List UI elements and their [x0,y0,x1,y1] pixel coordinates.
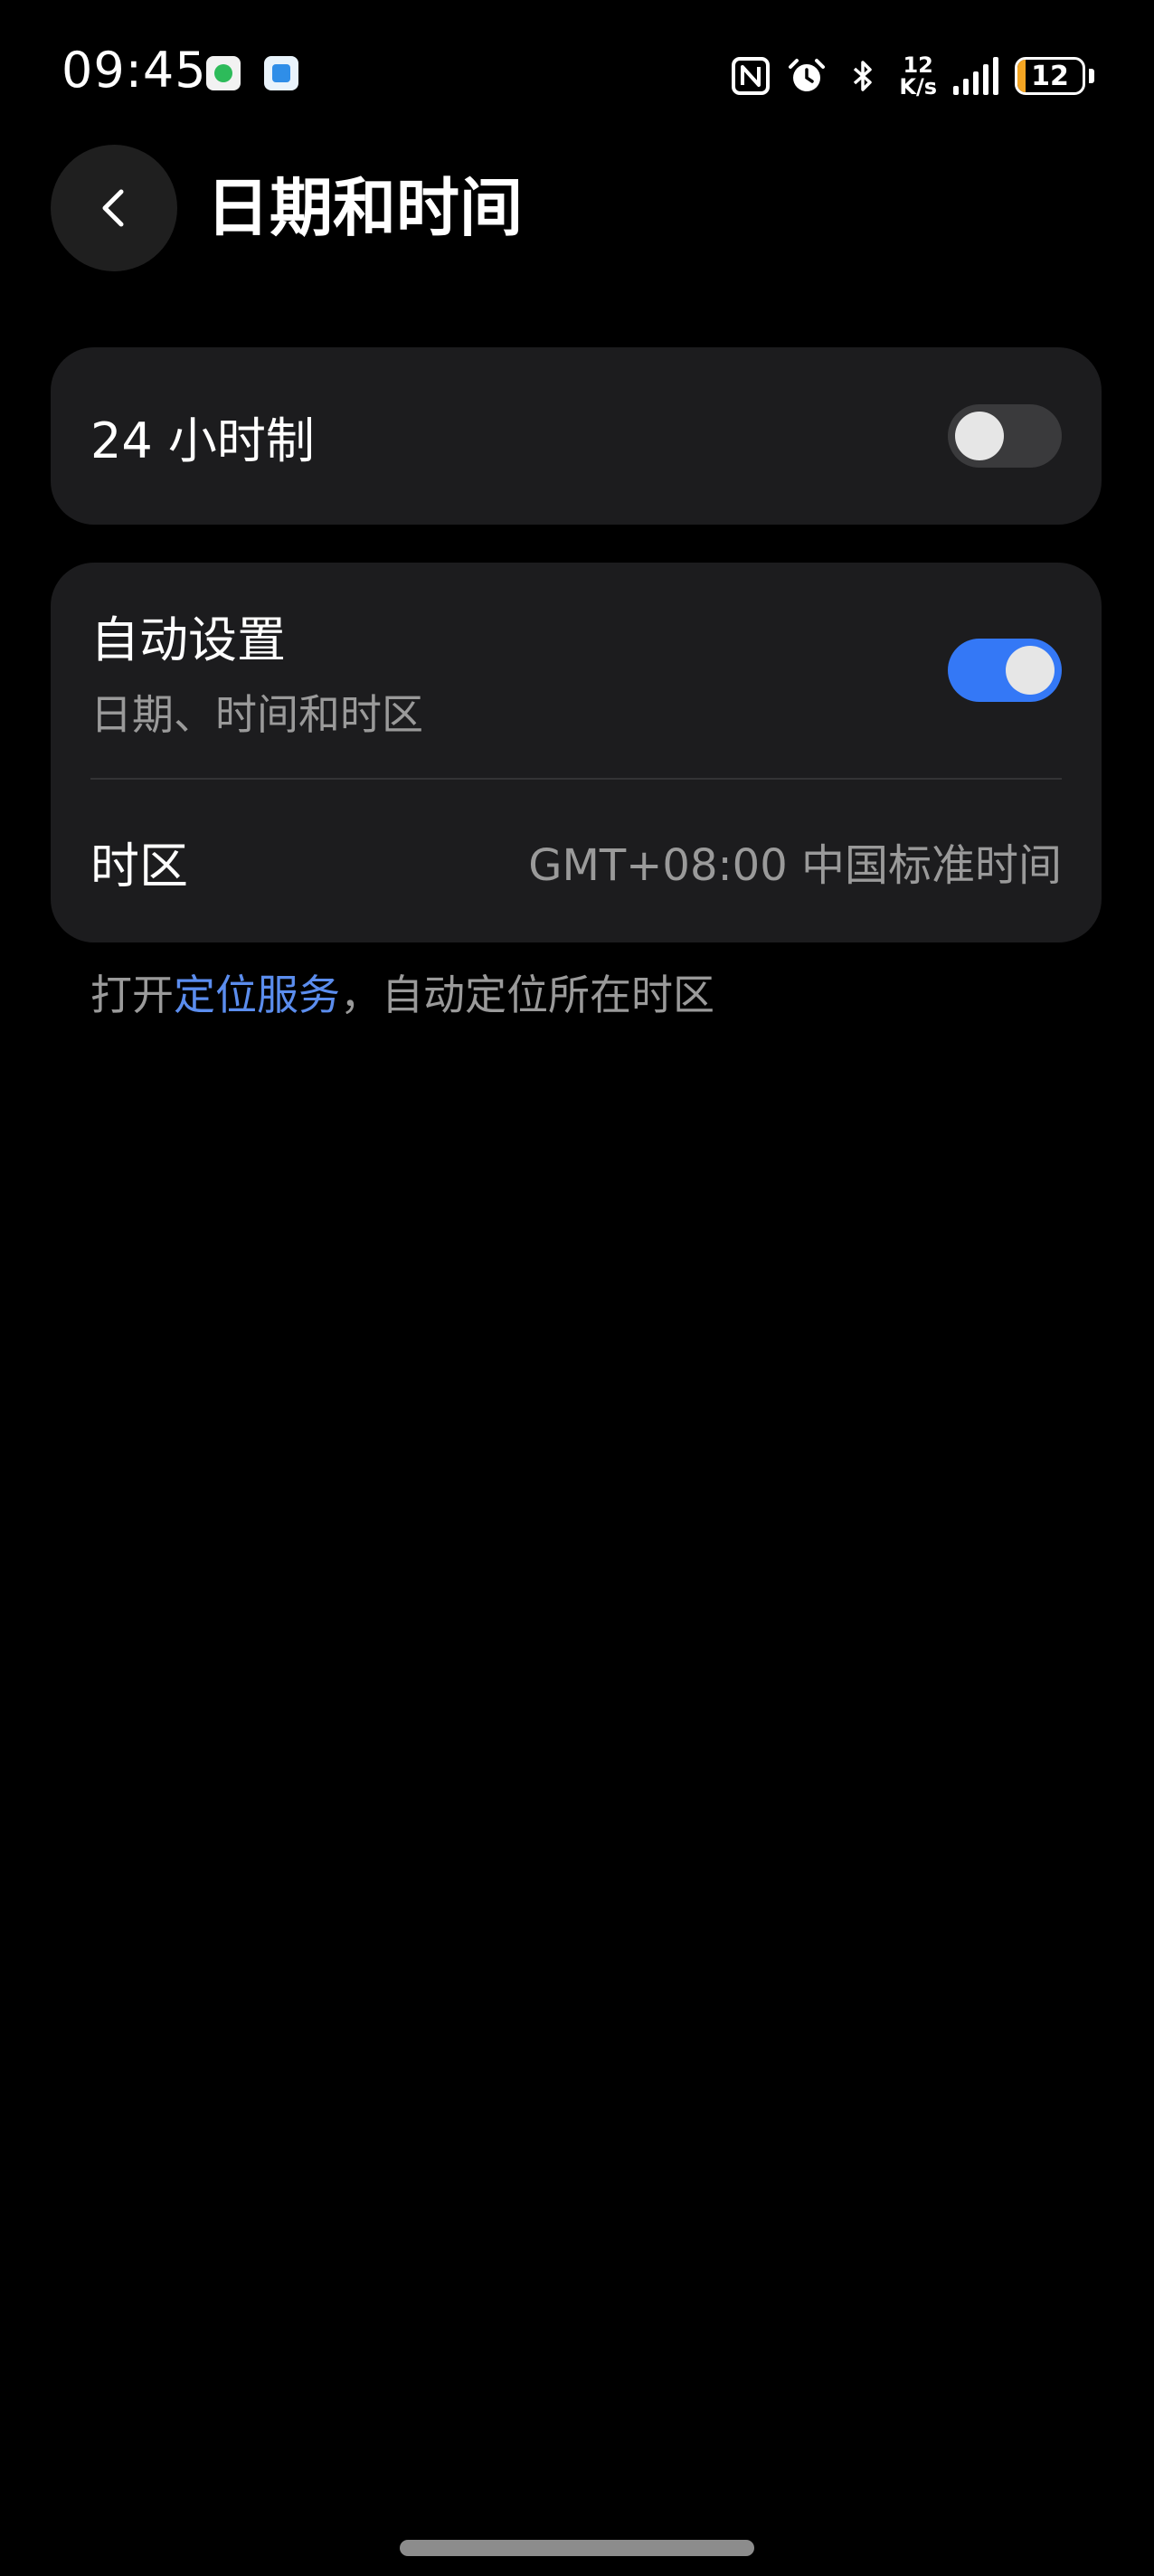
auto-set-row[interactable]: 自动设置 日期、时间和时区 [90,563,1062,778]
battery-icon: 12 [1015,57,1085,95]
timezone-row[interactable]: 时区 GMT+08:00 中国标准时间 [90,780,1062,942]
auto-set-sublabel: 日期、时间和时区 [90,689,423,739]
app-icon-blue [264,56,298,90]
footnote-suffix: ，自动定位所在时区 [340,971,714,1019]
timezone-value: GMT+08:00 中国标准时间 [528,840,1062,891]
chevron-left-icon [102,189,124,227]
home-indicator[interactable] [400,2540,754,2556]
nfc-icon [732,57,771,95]
status-time: 09:45 [61,42,207,99]
hour24-label: 24 小时制 [90,412,315,469]
bluetooth-icon [854,61,873,91]
hour24-row[interactable]: 24 小时制 [90,347,1062,525]
network-speed-value: 12 [903,52,933,78]
hour24-toggle[interactable] [948,404,1062,468]
hour24-card: 24 小时制 [51,347,1102,525]
auto-set-label: 自动设置 [90,611,286,668]
network-speed-unit: K/s [899,74,937,99]
app-icon-green [206,56,241,90]
back-button[interactable] [51,145,177,271]
battery-level: 12 [1031,60,1069,92]
signal-icon [953,57,998,95]
status-icons: 12 K/s 12 [731,49,1094,103]
network-speed: 12 K/s [899,54,937,98]
battery-tip [1089,69,1094,83]
timezone-label: 时区 [90,837,188,895]
location-footnote: 打开定位服务，自动定位所在时区 [90,966,714,1024]
toggle-knob [955,412,1004,460]
footnote-prefix: 打开 [90,971,174,1019]
status-bar: 09:45 12 K/s 12 [0,0,1154,145]
alarm-icon [789,59,826,91]
toggle-knob [1006,646,1055,695]
page-title: 日期和时间 [206,171,523,245]
auto-set-toggle[interactable] [948,639,1062,702]
auto-time-card: 自动设置 日期、时间和时区 时区 GMT+08:00 中国标准时间 [51,563,1102,942]
location-service-link[interactable]: 定位服务 [174,971,340,1019]
